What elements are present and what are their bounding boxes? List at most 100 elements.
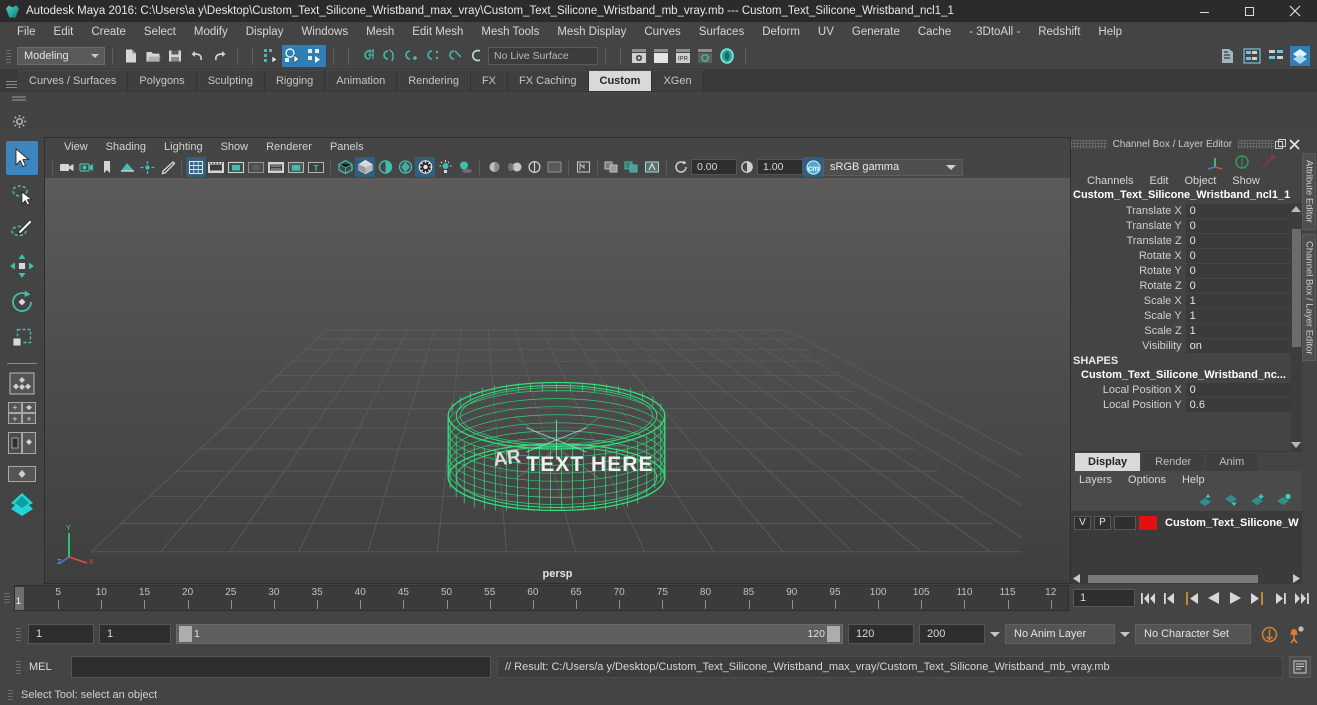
- image-plane-icon[interactable]: [117, 157, 137, 177]
- menu-cache[interactable]: Cache: [909, 22, 960, 43]
- step-forward-frame-icon[interactable]: [1248, 589, 1267, 608]
- menu-deform[interactable]: Deform: [753, 22, 809, 43]
- shelf-tab-fx[interactable]: FX: [470, 70, 509, 91]
- channel-row[interactable]: Rotate Z 0: [1071, 278, 1302, 293]
- channel-box-menu-edit[interactable]: Edit: [1141, 175, 1176, 187]
- new-layer-icon[interactable]: [1250, 493, 1266, 507]
- viewport-menu-view[interactable]: View: [55, 138, 97, 156]
- layer-color-swatch[interactable]: [1139, 515, 1157, 530]
- channel-value[interactable]: 0: [1185, 248, 1302, 263]
- animation-end-field[interactable]: 200: [919, 624, 985, 644]
- layer-menu-help[interactable]: Help: [1182, 474, 1221, 486]
- menu-modify[interactable]: Modify: [185, 22, 237, 43]
- render-current-frame-icon[interactable]: [650, 45, 672, 67]
- viewport-menu-shading[interactable]: Shading: [97, 138, 155, 156]
- wireframe-icon[interactable]: [335, 157, 355, 177]
- menu-edit[interactable]: Edit: [45, 22, 83, 43]
- resolution-gate-icon[interactable]: [226, 157, 246, 177]
- shelf-tab-fx-caching[interactable]: FX Caching: [508, 70, 589, 91]
- save-scene-icon[interactable]: [164, 45, 186, 67]
- menu-3dtoall[interactable]: - 3DtoAll -: [960, 22, 1029, 43]
- channel-box-menu-channels[interactable]: Channels: [1079, 175, 1141, 187]
- layer-visibility-toggle[interactable]: V: [1074, 515, 1091, 530]
- isolate-select-icon[interactable]: [544, 157, 564, 177]
- channel-row[interactable]: Local Position Y 0.6: [1071, 397, 1302, 412]
- channel-value[interactable]: on: [1185, 338, 1302, 353]
- channel-value[interactable]: 1: [1185, 323, 1302, 338]
- redo-icon[interactable]: [208, 45, 230, 67]
- render-view-icon[interactable]: [628, 45, 650, 67]
- snap-to-projected-center-icon[interactable]: [422, 45, 444, 67]
- shelf-settings-gear-icon[interactable]: [12, 114, 27, 132]
- animation-start-field[interactable]: 1: [28, 624, 94, 644]
- menu-display[interactable]: Display: [237, 22, 293, 43]
- live-surface-field[interactable]: No Live Surface: [488, 47, 598, 65]
- go-to-start-icon[interactable]: [1138, 589, 1157, 608]
- channel-value[interactable]: 1: [1185, 293, 1302, 308]
- layer-list[interactable]: V P Custom_Text_Silicone_W: [1071, 511, 1302, 573]
- ipr-render-icon[interactable]: IPR: [672, 45, 694, 67]
- lasso-select-tool[interactable]: [6, 177, 38, 211]
- layer-list-horizontal-scrollbar[interactable]: [1071, 573, 1302, 584]
- scale-tool[interactable]: [6, 321, 38, 355]
- gamma-reset-icon[interactable]: [737, 157, 757, 177]
- channel-row[interactable]: Rotate X 0: [1071, 248, 1302, 263]
- move-layer-up-icon[interactable]: [1198, 493, 1214, 507]
- script-editor-icon[interactable]: [1289, 656, 1311, 678]
- step-back-frame-icon[interactable]: [1182, 589, 1201, 608]
- channel-value[interactable]: 0: [1185, 278, 1302, 293]
- new-scene-icon[interactable]: [120, 45, 142, 67]
- shape-node-name[interactable]: Custom_Text_Silicone_Wristband_nc...: [1071, 368, 1302, 382]
- close-button[interactable]: [1272, 0, 1317, 22]
- flat-shade-icon[interactable]: [395, 157, 415, 177]
- channel-row[interactable]: Translate X 0: [1071, 203, 1302, 218]
- new-layer-from-selected-icon[interactable]: [1276, 493, 1292, 507]
- menu-set-selector[interactable]: Modeling: [17, 47, 105, 65]
- chevron-down-icon[interactable]: [990, 631, 1000, 637]
- gate-mask-icon[interactable]: [246, 157, 266, 177]
- anim-layer-selector[interactable]: No Anim Layer: [1005, 624, 1115, 644]
- title-safe-icon[interactable]: T: [306, 157, 326, 177]
- menu-edit-mesh[interactable]: Edit Mesh: [403, 22, 472, 43]
- bookmark-icon[interactable]: [97, 157, 117, 177]
- help-line-handle[interactable]: [6, 684, 15, 705]
- shelf-tab-rigging[interactable]: Rigging: [264, 70, 326, 91]
- open-outliner-icon[interactable]: [1217, 45, 1239, 67]
- scale-manipulator-icon[interactable]: [1260, 154, 1276, 170]
- layer-menu-options[interactable]: Options: [1128, 474, 1182, 486]
- command-line-handle[interactable]: [14, 656, 23, 678]
- playback-end-field[interactable]: 120: [848, 624, 914, 644]
- menu-create[interactable]: Create: [82, 22, 135, 43]
- exposure-field[interactable]: 0.00: [691, 159, 737, 175]
- vertical-tab-attribute-editor[interactable]: Attribute Editor: [1302, 153, 1317, 230]
- hypershade-icon[interactable]: [716, 45, 738, 67]
- range-right-grip[interactable]: [827, 626, 840, 642]
- menu-mesh[interactable]: Mesh: [357, 22, 403, 43]
- shelf-tab-rendering[interactable]: Rendering: [397, 70, 471, 91]
- menu-surfaces[interactable]: Surfaces: [690, 22, 753, 43]
- persp-outliner-layout-button[interactable]: + + +: [7, 400, 37, 427]
- channel-row[interactable]: Rotate Y 0: [1071, 263, 1302, 278]
- select-by-hierarchy-icon[interactable]: [260, 45, 282, 67]
- maximize-button[interactable]: [1227, 0, 1272, 22]
- channel-row[interactable]: Scale Y 1: [1071, 308, 1302, 323]
- xray-active-components-icon[interactable]: [622, 157, 642, 177]
- smooth-shade-selected-icon[interactable]: [375, 157, 395, 177]
- scrollbar-thumb[interactable]: [1291, 229, 1301, 347]
- screen-space-ao-icon[interactable]: [484, 157, 504, 177]
- move-manipulator-icon[interactable]: [1206, 154, 1224, 170]
- range-slider-handle[interactable]: [14, 623, 23, 645]
- playback-start-field[interactable]: 1: [99, 624, 171, 644]
- move-layer-down-icon[interactable]: [1224, 493, 1240, 507]
- scroll-left-arrow-icon[interactable]: [1073, 574, 1082, 583]
- rotate-tool[interactable]: [6, 285, 38, 319]
- channel-box-attribute-list[interactable]: Translate X 0 Translate Y 0 Translate Z …: [1071, 203, 1302, 451]
- shelf-tab-custom[interactable]: Custom: [588, 70, 653, 91]
- single-perspective-layout-button[interactable]: [7, 460, 37, 487]
- snap-to-point-icon[interactable]: [400, 45, 422, 67]
- minimize-button[interactable]: [1182, 0, 1227, 22]
- time-slider-track[interactable]: 1 5 10 15 20 25 30 35 40 45 50 55 60 65 70 75 80 85 90 95 1…: [14, 585, 1069, 611]
- animation-preferences-icon[interactable]: [1285, 624, 1309, 644]
- shelf-menu-icon[interactable]: [12, 94, 26, 106]
- xray-joints-icon[interactable]: [602, 157, 622, 177]
